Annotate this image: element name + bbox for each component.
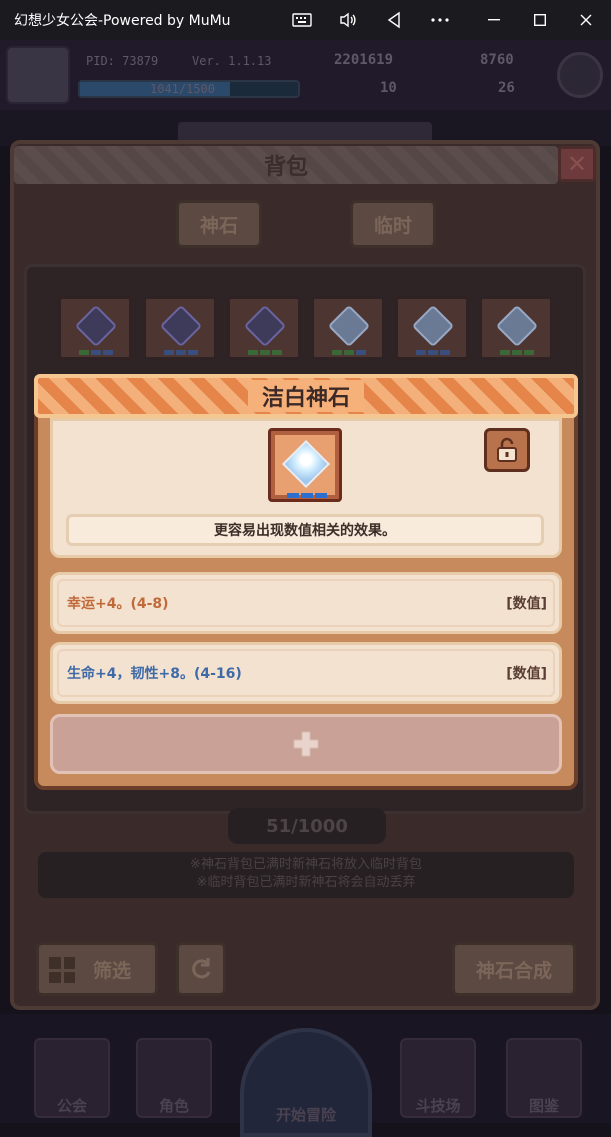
window-titlebar: 幻想少女公会-Powered by MuMu <box>0 0 611 40</box>
bag-note-2: ※临时背包已满时新神石将会自动丢弃 <box>196 875 416 890</box>
bag-note-1: ※神石背包已满时新神石将放入临时背包 <box>190 857 422 872</box>
popup-header: 洁白神石 <box>34 374 578 418</box>
stat-b-value: 26 <box>498 80 515 96</box>
volume-icon[interactable] <box>326 0 370 40</box>
player-hud: PID: 73879 Ver. 1.1.13 2201619 8760 1041… <box>0 40 611 110</box>
dark-stone-icon <box>243 304 287 348</box>
lock-toggle-button[interactable] <box>484 428 530 472</box>
plus-icon <box>293 731 319 757</box>
refresh-button[interactable] <box>176 942 226 996</box>
bag-slot[interactable] <box>311 296 385 360</box>
stone-synthesis-button[interactable]: 神石合成 <box>452 942 576 996</box>
nav-start-adventure-label: 开始冒险 <box>275 1106 336 1124</box>
window-title: 幻想少女公会-Powered by MuMu <box>14 13 231 29</box>
refresh-icon <box>192 958 211 979</box>
bag-slot[interactable] <box>395 296 469 360</box>
player-id: PID: 73879 <box>86 54 159 68</box>
player-avatar[interactable] <box>6 46 70 104</box>
game-version: Ver. 1.1.13 <box>192 54 272 68</box>
nav-codex[interactable]: 图鉴 <box>506 1038 582 1118</box>
popup-title: 洁白神石 <box>247 380 364 412</box>
filter-button[interactable]: 筛选 <box>36 942 158 996</box>
effect-2-text: 生命+4，韧性+8。(4-16) <box>67 666 242 682</box>
effect-1-tag: [数值] <box>506 596 547 612</box>
white-stone-icon <box>495 304 539 348</box>
effect-row-1: 幸运+4。(4-8) [数值] <box>50 572 562 634</box>
dark-stone-icon <box>74 304 118 348</box>
stone-icon-box <box>268 428 342 502</box>
tab-temporary[interactable]: 临时 <box>350 200 436 248</box>
bag-slot[interactable] <box>58 296 132 360</box>
bag-close-button[interactable]: ✕ <box>558 146 596 182</box>
bag-slot[interactable] <box>143 296 217 360</box>
bag-count: 51/1000 <box>228 808 386 844</box>
stone-description: 更容易出现数值相关的效果。 <box>66 514 544 546</box>
nav-arena[interactable]: 斗技场 <box>400 1038 476 1118</box>
nav-guild[interactable]: 公会 <box>34 1038 110 1118</box>
tab-god-stone[interactable]: 神石 <box>176 200 262 248</box>
settings-gear-icon[interactable] <box>557 52 603 98</box>
empty-effect-slot[interactable] <box>50 714 562 774</box>
bag-slot[interactable] <box>227 296 301 360</box>
effect-1-text: 幸运+4。(4-8) <box>67 596 169 612</box>
gem-amount: 8760 <box>480 52 514 68</box>
filter-grid-icon <box>49 957 75 983</box>
exp-text: 1041/1500 <box>150 82 216 96</box>
bag-notes: ※神石背包已满时新神石将放入临时背包 ※临时背包已满时新神石将会自动丢弃 <box>38 852 574 898</box>
keyboard-icon[interactable] <box>280 0 324 40</box>
white-stone-icon <box>327 304 371 348</box>
effect-row-2: 生命+4，韧性+8。(4-16) [数值] <box>50 642 562 704</box>
nav-codex-label: 图鉴 <box>528 1097 559 1115</box>
minimize-icon[interactable] <box>472 0 516 40</box>
nav-start-adventure[interactable]: 开始冒险 <box>240 1028 372 1137</box>
white-stone-icon <box>411 304 455 348</box>
nav-arena-label: 斗技场 <box>415 1097 461 1115</box>
unlock-icon <box>497 437 517 462</box>
bag-slot[interactable] <box>479 296 553 360</box>
gold-amount: 2201619 <box>334 52 394 68</box>
nav-character[interactable]: 角色 <box>136 1038 212 1118</box>
stat-a-value: 10 <box>380 80 397 96</box>
dark-stone-icon <box>159 304 203 348</box>
bag-title: 背包 <box>263 155 308 180</box>
nav-character-label: 角色 <box>158 1097 189 1115</box>
more-icon[interactable] <box>418 0 462 40</box>
back-icon[interactable] <box>372 0 416 40</box>
effect-2-tag: [数值] <box>506 666 547 682</box>
bottom-nav: 公会 角色 开始冒险 斗技场 图鉴 <box>0 1014 611 1137</box>
bag-header: 背包 <box>14 146 558 184</box>
nav-guild-label: 公会 <box>56 1097 87 1115</box>
close-icon[interactable] <box>564 0 608 40</box>
stone-rarity-dots <box>287 493 327 498</box>
maximize-icon[interactable] <box>518 0 562 40</box>
filter-label: 筛选 <box>92 959 131 982</box>
